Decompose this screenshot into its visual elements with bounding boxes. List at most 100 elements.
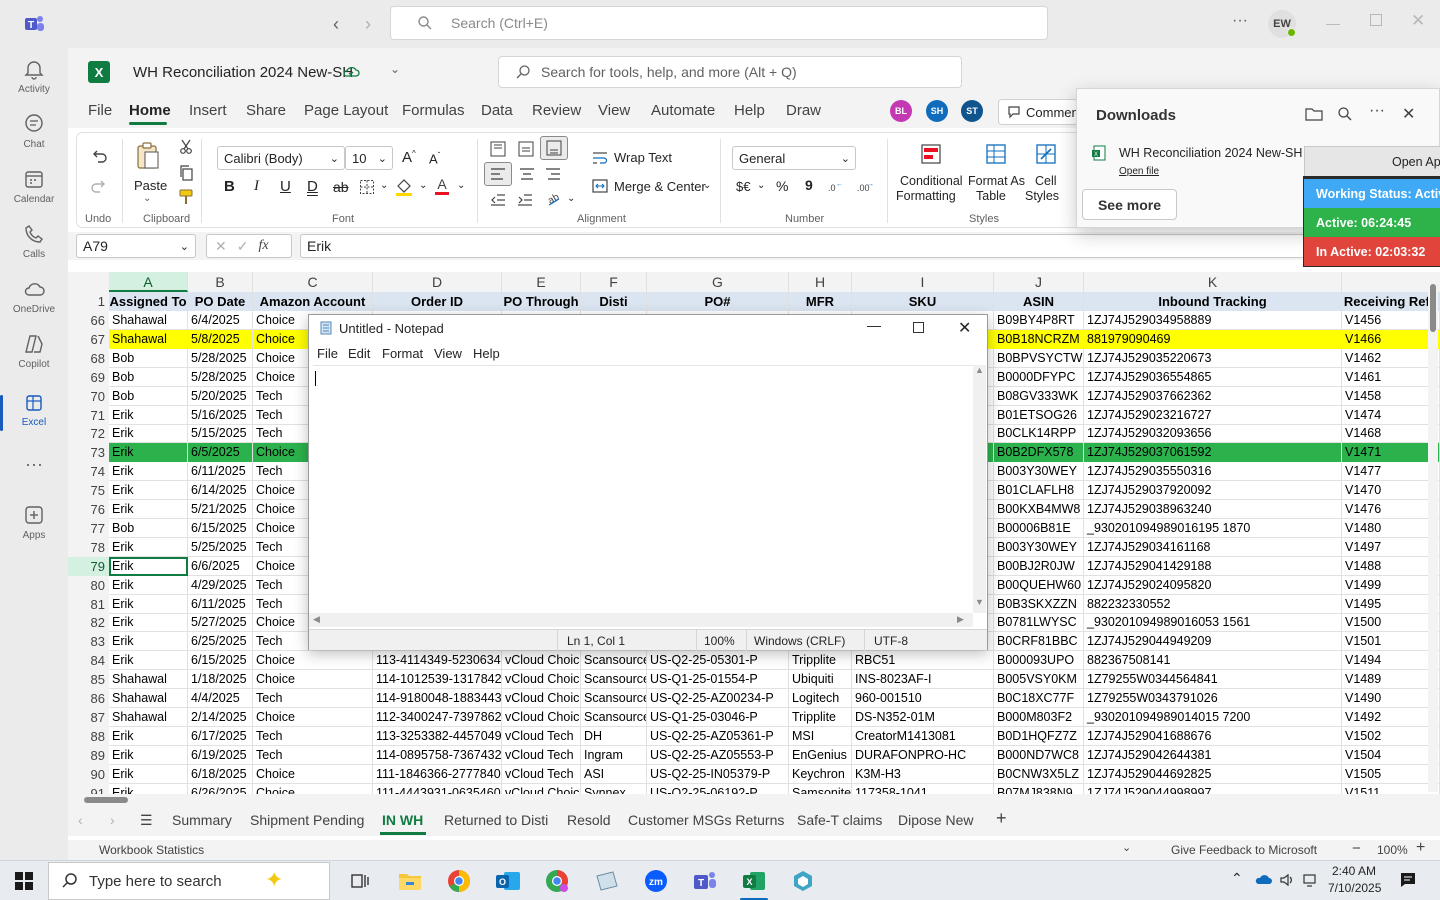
table-cell[interactable]: B003Y30WEY xyxy=(994,462,1084,482)
row-number[interactable]: 85 xyxy=(68,670,109,690)
table-cell[interactable]: _930201094989014015 7200 xyxy=(1084,707,1342,727)
table-cell[interactable]: RBC51 xyxy=(852,651,994,671)
pinned-app-icon[interactable] xyxy=(789,867,817,895)
cell-styles-label-2[interactable]: Styles xyxy=(1025,189,1059,203)
table-cell[interactable]: V1470 xyxy=(1342,481,1440,501)
cut-icon[interactable] xyxy=(179,139,193,155)
rail-item-calendar[interactable]: Calendar xyxy=(0,162,68,216)
table-cell[interactable]: 6/25/2025 xyxy=(188,632,253,652)
rail-item-copilot[interactable]: Copilot xyxy=(0,327,68,381)
table-cell[interactable]: Tech xyxy=(253,726,373,746)
table-cell[interactable]: CreatorM1413081 xyxy=(852,726,994,746)
column-title-cell[interactable]: Disti xyxy=(581,292,647,311)
table-cell[interactable]: Tripplite xyxy=(789,707,852,727)
chevron-up-icon[interactable]: ⌃ xyxy=(1231,870,1243,887)
row-number[interactable]: 70 xyxy=(68,386,109,406)
minimize-icon[interactable]: — xyxy=(867,317,881,333)
row-number[interactable]: 67 xyxy=(68,329,109,349)
table-cell[interactable]: 1ZJ74J529038963240 xyxy=(1084,500,1342,519)
table-cell[interactable]: B0781LWYSC xyxy=(994,613,1084,633)
column-title-cell[interactable]: SKU xyxy=(852,292,994,311)
tab-file[interactable]: File xyxy=(88,102,112,119)
task-view-icon[interactable] xyxy=(346,867,374,895)
chrome-profile-icon[interactable] xyxy=(543,867,571,895)
scroll-down-icon[interactable]: ▼ xyxy=(975,597,984,607)
table-cell[interactable]: Erik xyxy=(109,443,188,463)
table-cell[interactable]: 5/27/2025 xyxy=(188,613,253,633)
table-cell[interactable]: Bob xyxy=(109,367,188,387)
table-cell[interactable]: B01ETSOG26 xyxy=(994,405,1084,425)
row-number[interactable]: 89 xyxy=(68,745,109,765)
table-cell[interactable]: 111-4443931-0635460 xyxy=(373,783,502,794)
table-cell[interactable]: 112-3400247-7397862 xyxy=(373,707,502,727)
font-name-select[interactable]: Calibri (Body) ⌄ xyxy=(217,146,345,170)
column-title-cell[interactable]: Receiving Ref# xyxy=(1342,292,1440,311)
table-cell[interactable]: B09BY4P8RT xyxy=(994,311,1084,330)
align-center-icon[interactable] xyxy=(519,167,535,181)
table-cell[interactable]: 1ZJ74J529035550316 xyxy=(1084,462,1342,482)
column-title-cell[interactable]: Order ID xyxy=(373,292,502,311)
row-number[interactable]: 88 xyxy=(68,726,109,746)
table-cell[interactable]: 6/14/2025 xyxy=(188,481,253,501)
align-bottom-button[interactable] xyxy=(540,136,568,160)
column-header-d[interactable]: D xyxy=(373,272,502,292)
row-number[interactable]: 78 xyxy=(68,537,109,557)
row-number[interactable]: 90 xyxy=(68,764,109,784)
row-number[interactable]: 69 xyxy=(68,367,109,387)
table-cell[interactable]: 5/16/2025 xyxy=(188,405,253,425)
paste-dropdown-icon[interactable]: ⌄ xyxy=(143,193,151,204)
chevron-down-icon[interactable]: ⌄ xyxy=(567,193,575,204)
table-cell[interactable]: V1461 xyxy=(1342,367,1440,387)
tab-view[interactable]: View xyxy=(598,102,630,119)
table-cell[interactable]: Bob xyxy=(109,386,188,406)
percent-button[interactable]: % xyxy=(776,178,788,194)
align-left-button[interactable] xyxy=(484,162,512,186)
chevron-down-icon[interactable]: ⌄ xyxy=(457,180,465,191)
table-cell[interactable]: V1480 xyxy=(1342,518,1440,538)
sheet-tab[interactable]: Resold xyxy=(567,812,611,828)
table-cell[interactable]: B0B18NCRZM xyxy=(994,329,1084,349)
sheet-tab[interactable]: Returned to Disti xyxy=(444,812,548,828)
table-cell[interactable]: vCloud Tech xyxy=(502,745,581,765)
undo-icon[interactable] xyxy=(90,147,108,165)
rail-item-calls[interactable]: Calls xyxy=(0,217,68,271)
table-cell[interactable]: B0BPVSYCTW xyxy=(994,348,1084,368)
table-cell[interactable]: Erik xyxy=(109,613,188,633)
close-icon[interactable]: ✕ xyxy=(958,318,971,338)
chevron-down-icon[interactable]: ⌄ xyxy=(419,180,427,191)
table-cell[interactable]: 6/6/2025 xyxy=(188,556,253,576)
format-as-table-label[interactable]: Format As xyxy=(968,174,1025,188)
table-cell[interactable]: Tripplite xyxy=(789,651,852,671)
more-options-icon[interactable]: ··· xyxy=(1369,102,1385,120)
column-header-a[interactable]: A xyxy=(109,272,188,292)
table-cell[interactable]: 2/14/2025 xyxy=(188,707,253,727)
paste-icon[interactable] xyxy=(135,141,161,171)
title-dropdown-icon[interactable]: ⌄ xyxy=(390,62,400,76)
notepad-menu-help[interactable]: Help xyxy=(473,346,500,361)
table-cell[interactable]: V1456 xyxy=(1342,311,1440,330)
row-number[interactable]: 72 xyxy=(68,424,109,444)
open-file-link[interactable]: Open file xyxy=(1119,166,1159,177)
table-cell[interactable]: V1497 xyxy=(1342,537,1440,557)
table-cell[interactable]: Erik xyxy=(109,537,188,557)
table-cell[interactable]: ASI xyxy=(581,764,647,784)
prev-sheet-icon[interactable]: ‹ xyxy=(78,812,83,828)
sheet-tab[interactable]: Safe-T claims xyxy=(797,812,882,828)
table-cell[interactable]: Erik xyxy=(109,405,188,425)
workbook-statistics[interactable]: Workbook Statistics xyxy=(99,843,204,857)
table-cell[interactable]: 6/11/2025 xyxy=(188,462,253,482)
table-cell[interactable]: DURAFONPRO-HC xyxy=(852,745,994,765)
table-cell[interactable]: 1ZJ74J529037061592 xyxy=(1084,443,1342,463)
table-cell[interactable]: 1ZJ74J529041429188 xyxy=(1084,556,1342,576)
table-cell[interactable]: 114-9180048-1883443 xyxy=(373,689,502,708)
tab-data[interactable]: Data xyxy=(481,102,513,119)
table-cell[interactable]: US-Q2-25-AZ00234-P xyxy=(647,689,789,708)
table-cell[interactable]: DH xyxy=(581,726,647,746)
table-cell[interactable]: V1474 xyxy=(1342,405,1440,425)
merge-center-button[interactable]: Merge & Center xyxy=(614,179,706,194)
tab-draw[interactable]: Draw xyxy=(786,102,821,119)
table-cell[interactable]: Bob xyxy=(109,518,188,538)
excel-taskbar-icon[interactable]: X xyxy=(740,867,768,895)
table-cell[interactable]: 1ZJ74J529034161168 xyxy=(1084,537,1342,557)
table-cell[interactable]: V1476 xyxy=(1342,500,1440,519)
